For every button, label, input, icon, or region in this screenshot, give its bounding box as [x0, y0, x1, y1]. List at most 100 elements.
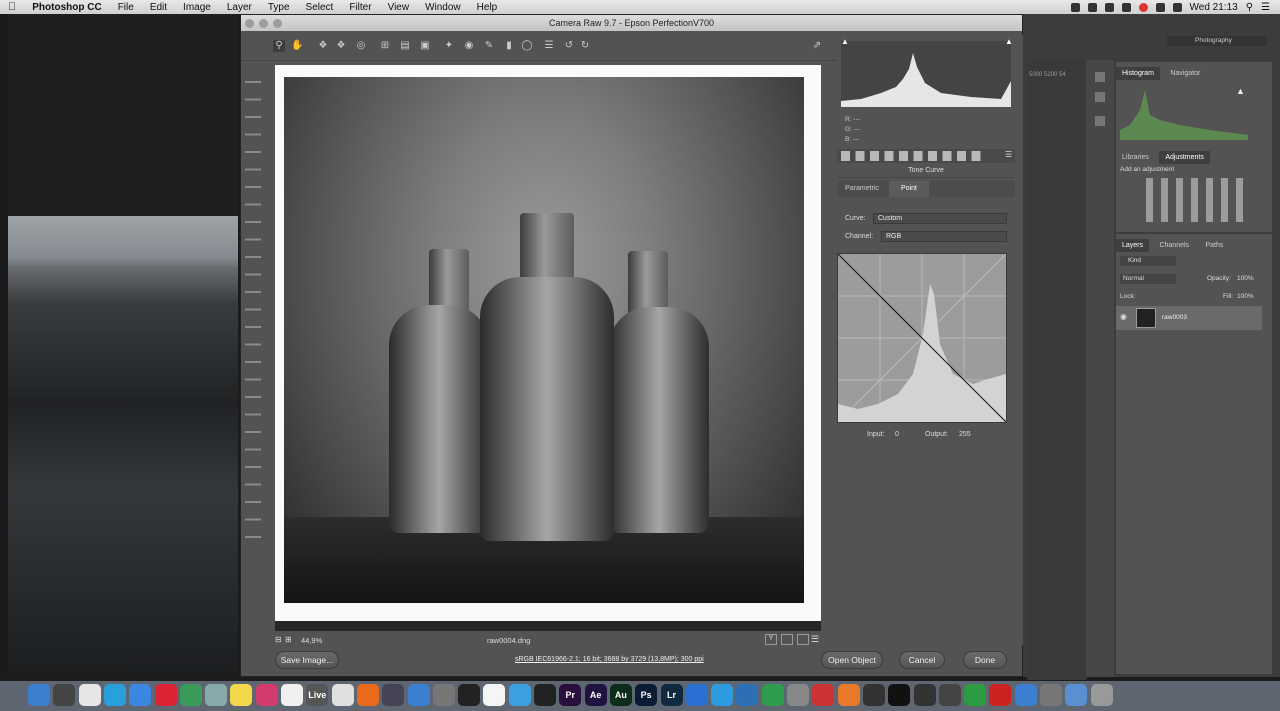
dock-icon-lr[interactable]: Lr [660, 684, 683, 706]
minimize-icon[interactable] [259, 19, 268, 28]
white-balance-tool-icon[interactable]: ❖ [317, 40, 329, 52]
eye-icon[interactable]: ◉ [1120, 312, 1127, 321]
dock-icon-mail[interactable] [205, 684, 228, 706]
menu-view[interactable]: View [380, 2, 418, 13]
menu-edit[interactable]: Edit [142, 2, 175, 13]
warning-icon[interactable]: ▲ [1236, 86, 1245, 96]
status-icon[interactable] [1138, 2, 1148, 12]
straighten-tool-icon[interactable]: ▤ [399, 40, 411, 52]
dock-icon-folder[interactable] [1065, 684, 1088, 706]
targeted-adjustment-icon[interactable]: ◎ [355, 40, 367, 52]
highlight-clipping-icon[interactable]: ▲ [1005, 37, 1013, 46]
radial-filter-icon[interactable]: ◯ [521, 40, 533, 52]
workflow-options-link[interactable]: sRGB IEC61966-2.1; 16 bit; 3688 by 3729 … [515, 656, 704, 663]
rotate-right-icon[interactable]: ↻ [579, 40, 591, 52]
menu-help[interactable]: Help [469, 2, 506, 13]
dock-icon-pr[interactable]: Pr [559, 684, 582, 706]
dock-icon-mx[interactable] [1014, 684, 1037, 706]
dock-icon-help[interactable] [685, 684, 708, 706]
transform-tool-icon[interactable]: ▣ [419, 40, 431, 52]
tab-adjustments[interactable]: Adjustments [1159, 151, 1210, 164]
status-icon[interactable] [1104, 2, 1114, 12]
dock-icon-live[interactable]: Live [306, 684, 329, 706]
tools-column[interactable] [245, 73, 261, 553]
save-image-button[interactable]: Save Image... [275, 651, 339, 669]
dock-icon-yandex[interactable] [154, 684, 177, 706]
dock-icon-maps[interactable] [761, 684, 784, 706]
dock-icon-burn[interactable] [356, 684, 379, 706]
dock-icon-script[interactable] [1040, 684, 1062, 706]
fill-value[interactable]: 100% [1237, 293, 1254, 300]
dock-icon-itunes[interactable] [255, 684, 278, 706]
status-icon[interactable] [1070, 2, 1080, 12]
fullscreen-icon[interactable]: ⇗ [811, 40, 823, 52]
dock-icon-pin[interactable] [736, 684, 759, 706]
preferences-icon[interactable]: ☰ [543, 40, 555, 52]
menu-layer[interactable]: Layer [219, 2, 260, 13]
swap-icon[interactable] [781, 634, 793, 645]
dock-icon-photo[interactable] [382, 684, 405, 706]
status-icon[interactable] [1121, 2, 1131, 12]
tab-libraries[interactable]: Libraries [1116, 151, 1155, 164]
adjustment-brush-icon[interactable]: ✎ [483, 40, 495, 52]
dock-icon-ae[interactable]: Ae [584, 684, 607, 706]
menu-window[interactable]: Window [417, 2, 469, 13]
tab-channels[interactable]: Channels [1153, 239, 1195, 252]
dock-icon-slice[interactable] [812, 684, 835, 706]
menu-type[interactable]: Type [260, 2, 298, 13]
dock-icon-unity[interactable] [888, 684, 911, 706]
dock-icon-chrome[interactable] [78, 684, 101, 706]
dock-icon-davinci[interactable] [534, 684, 556, 706]
output-value[interactable]: 255 [959, 431, 971, 438]
dock-icon-trash[interactable] [1090, 684, 1113, 706]
layer-name[interactable]: raw0003 [1162, 314, 1187, 321]
menu-select[interactable]: Select [298, 2, 342, 13]
dock-icon-tool2[interactable] [938, 684, 961, 706]
close-icon[interactable] [245, 19, 254, 28]
panel-tabs[interactable] [841, 151, 981, 161]
dock-icon-safari[interactable] [129, 684, 152, 706]
cancel-button[interactable]: Cancel [899, 651, 945, 669]
zoom-out-icon[interactable]: ⊟ [275, 635, 282, 644]
status-icon[interactable] [1087, 2, 1097, 12]
dock-icon-tool1[interactable] [913, 684, 936, 706]
open-object-button[interactable]: Open Object [821, 651, 883, 669]
crop-tool-icon[interactable]: ⊞ [379, 40, 391, 52]
play-icon[interactable] [1095, 92, 1105, 102]
before-after-button[interactable]: Y [765, 634, 777, 645]
volume-icon[interactable] [1172, 2, 1182, 12]
dock-icon-prefs[interactable] [432, 684, 455, 706]
search-icon[interactable]: ⚲ [1246, 2, 1253, 13]
dock-icon-pages[interactable] [281, 684, 303, 706]
app-menu[interactable]: Photoshop CC [24, 2, 109, 13]
menu-list-icon[interactable]: ☰ [1261, 2, 1270, 13]
channel-select[interactable]: RGB [881, 231, 1007, 242]
color-sampler-icon[interactable]: ❖ [335, 40, 347, 52]
layer-row[interactable]: ◉ raw0003 [1116, 306, 1262, 330]
dock-icon-acrobat[interactable] [989, 684, 1012, 706]
dock-icon-launchpad[interactable] [53, 684, 76, 706]
dock-icon-calendar[interactable] [483, 684, 506, 706]
adjustment-icons[interactable] [1146, 178, 1246, 222]
shadow-clipping-icon[interactable]: ▲ [841, 37, 849, 46]
apple-icon[interactable]:  [0, 1, 24, 13]
zoom-in-icon[interactable]: ⊞ [285, 635, 292, 644]
dock-icon-au[interactable]: Au [609, 684, 632, 706]
dock-icon-firefox[interactable] [837, 684, 860, 706]
dock-icon-finder2[interactable] [407, 684, 430, 706]
zoom-icon[interactable] [273, 19, 282, 28]
zoom-level[interactable]: 44,9% [301, 636, 322, 645]
dock-icon-image[interactable] [179, 684, 202, 706]
clock[interactable]: Wed 21:13 [1190, 2, 1238, 13]
graduated-filter-icon[interactable]: ▮ [503, 40, 515, 52]
dock-icon-apps[interactable] [508, 684, 531, 706]
menu-file[interactable]: File [110, 2, 142, 13]
copy-settings-icon[interactable] [797, 634, 809, 645]
tab-paths[interactable]: Paths [1200, 239, 1230, 252]
panel-menu-icon[interactable]: ☰ [1005, 150, 1012, 159]
tab-navigator[interactable]: Navigator [1164, 67, 1206, 80]
kind-filter[interactable]: Kind [1120, 256, 1176, 266]
dock-icon-terminal[interactable] [458, 684, 481, 706]
tab-layers[interactable]: Layers [1116, 239, 1150, 252]
curve-select[interactable]: Custom [873, 213, 1007, 224]
